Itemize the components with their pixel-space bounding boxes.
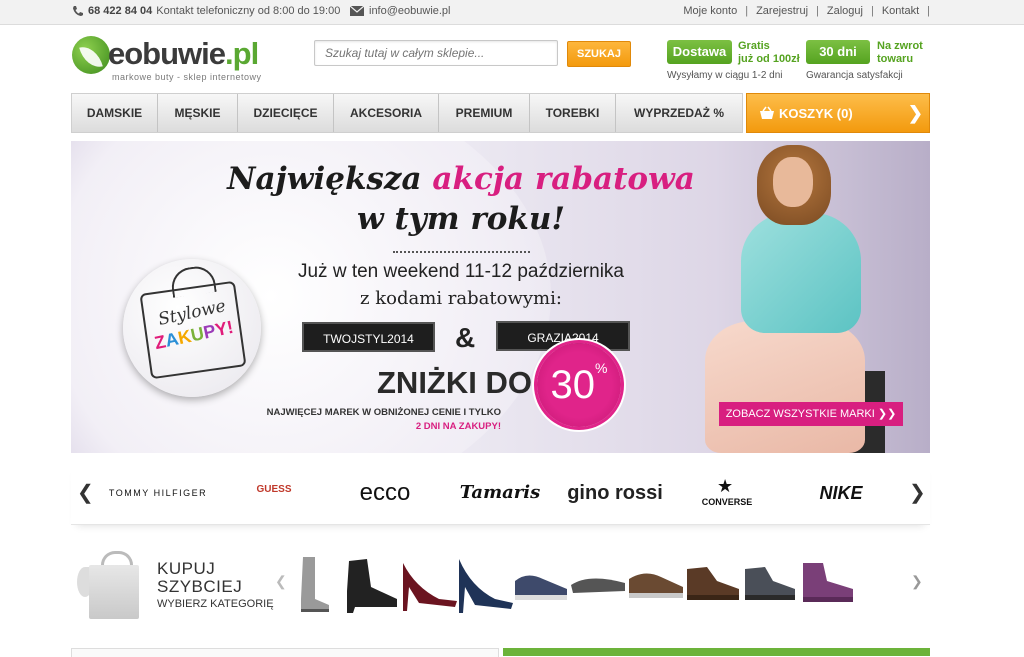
register-link[interactable]: Zarejestruj [756, 5, 808, 17]
brands-next-arrow-icon[interactable]: ❯ [909, 480, 926, 505]
brand-logo-tommy[interactable]: TOMMY HILFIGER [107, 462, 209, 524]
dotted-divider [393, 251, 530, 253]
delivery-badge: Dostawa [667, 40, 732, 64]
category-boot-brown[interactable] [683, 563, 741, 603]
category-ankle-boot[interactable] [341, 557, 401, 613]
top-bar: 68 422 84 04 Kontakt telefoniczny od 8:0… [0, 0, 1024, 25]
brand-logo-gino-rossi[interactable]: gino rossi [563, 462, 667, 524]
logo-wordmark: eobuwie.pl [108, 36, 259, 71]
banner-date-line: Już w ten weekend 11-12 października [297, 261, 624, 282]
categories-prev-arrow-icon[interactable]: ❮ [275, 573, 287, 590]
nav-item-akcesoria[interactable]: AKCESORIA [334, 94, 439, 132]
converse-star-icon: ★ [717, 476, 734, 496]
category-brown-sneaker[interactable] [627, 565, 685, 601]
envelope-icon [350, 6, 364, 16]
brand-logo-tamaris[interactable]: Tamaris [449, 462, 551, 524]
delivery-text-2: już od 100zł [738, 53, 800, 65]
discount-label: ZNIŻKI DO [377, 365, 532, 400]
contact-link[interactable]: Kontakt [882, 5, 919, 17]
account-links: Moje konto | Zarejestruj | Zaloguj | Kontak… [683, 5, 930, 17]
category-pump-red[interactable] [399, 559, 459, 611]
basket-icon [760, 106, 774, 119]
category-kids-shoe[interactable] [741, 563, 797, 603]
promo-banner[interactable]: Największa akcja rabatowa w tym roku! Ju… [71, 141, 930, 453]
return-sub: Gwarancja satysfakcji [806, 70, 903, 81]
banner-codes-line: z kodami rabatowymi: [360, 288, 562, 309]
brands-carousel: ❮ TOMMY HILFIGER GUESS ecco Tamaris gino… [71, 462, 930, 525]
main-nav: DAMSKIE MĘSKIE DZIECIĘCE AKCESORIA PREMI… [71, 93, 743, 133]
quick-categories: KUPUJ SZYBCIEJ WYBIERZ KATEGORIĘ ❮ ❯ [71, 545, 930, 627]
phone-number: 68 422 84 04 [88, 5, 153, 17]
login-link[interactable]: Zaloguj [827, 5, 863, 17]
brand-logo-guess[interactable]: GUESS [247, 462, 301, 524]
shopping-bag-icon [77, 551, 139, 619]
category-rain-boot[interactable] [297, 557, 331, 613]
logo-tagline: markowe buty - sklep internetowy [112, 72, 262, 82]
email-contact[interactable]: info@eobuwie.pl [350, 5, 451, 17]
kupuj-line-1: KUPUJ [157, 559, 216, 578]
category-pump-navy[interactable] [455, 557, 515, 613]
kupuj-line-2: SZYBCIEJ [157, 577, 243, 596]
separator: | [870, 5, 874, 17]
kupuj-line-3: WYBIERZ KATEGORIĘ [157, 598, 274, 610]
brands-prev-arrow-icon[interactable]: ❮ [77, 480, 94, 505]
separator: | [745, 5, 749, 17]
return-text-1: Na zwrot [877, 40, 923, 52]
cart-arrow-icon: ❯ [907, 103, 923, 123]
my-account-link[interactable]: Moje konto [683, 5, 737, 17]
bottom-panel-right [503, 648, 930, 656]
category-ballerina[interactable] [569, 569, 627, 597]
separator: | [927, 5, 930, 17]
site-logo[interactable]: eobuwie.pl markowe buty - sklep internet… [72, 34, 282, 84]
categories-next-arrow-icon[interactable]: ❯ [911, 573, 923, 590]
promo-code-1: TWOJSTYL2014 [302, 322, 435, 352]
nav-item-torebki[interactable]: TOREBKI [530, 94, 616, 132]
separator: | [816, 5, 819, 17]
phone-icon [73, 6, 83, 16]
see-all-brands-button[interactable]: ZOBACZ WSZYSTKIE MARKI ❯❯ [719, 402, 903, 426]
logo-leaf-icon [72, 36, 110, 74]
brand-logo-nike[interactable]: NIKE [811, 462, 871, 524]
nav-item-wyprzedaz[interactable]: WYPRZEDAŻ % [616, 94, 742, 132]
return-text-2: towaru [877, 53, 914, 65]
cart-button[interactable]: KOSZYK (0) ❯ [746, 93, 930, 133]
banner-small-text-1: NAJWIĘCEJ MAREK W OBNIŻONEJ CENIE I TYLK… [266, 407, 501, 418]
stylowe-zakupy-badge: Stylowe ZAKUPY! [123, 259, 261, 397]
return-badge: 30 dni [806, 40, 870, 64]
cart-label: KOSZYK (0) [779, 106, 853, 121]
nav-item-dzieciece[interactable]: DZIECIĘCE [238, 94, 334, 132]
category-sneaker[interactable] [513, 567, 569, 603]
nav-item-premium[interactable]: PREMIUM [439, 94, 530, 132]
delivery-text-1: Gratis [738, 40, 770, 52]
nav-item-damskie[interactable]: DAMSKIE [72, 94, 158, 132]
ampersand: & [455, 322, 476, 353]
search-button[interactable]: SZUKAJ [567, 41, 631, 67]
phone-note: Kontakt telefoniczny od 8:00 do 19:00 [156, 5, 341, 17]
brand-logo-ecco[interactable]: ecco [343, 462, 427, 524]
banner-small-text-2: 2 DNI NA ZAKUPY! [415, 421, 501, 432]
search-input[interactable] [314, 40, 558, 66]
nav-item-meskie[interactable]: MĘSKIE [158, 94, 238, 132]
discount-seal: 30% [537, 343, 621, 427]
phone-contact: 68 422 84 04 Kontakt telefoniczny od 8:0… [72, 5, 340, 17]
email-link[interactable]: info@eobuwie.pl [369, 5, 451, 17]
category-purple-boot[interactable] [797, 561, 855, 605]
delivery-sub: Wysyłamy w ciągu 1-2 dni [667, 70, 783, 81]
